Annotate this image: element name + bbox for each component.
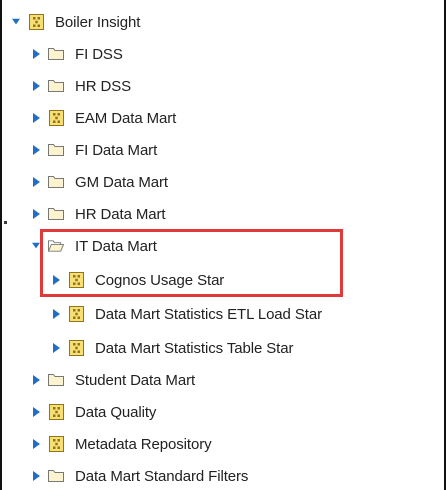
package-icon [68,306,84,322]
expand-triangle-right-icon[interactable] [52,307,60,321]
tree-item-data-quality[interactable]: Data Quality [32,396,156,428]
expand-triangle-right-icon[interactable] [32,437,40,451]
tree-item-data-mart-statistics-table-star[interactable]: Data Mart Statistics Table Star [52,332,293,364]
expand-triangle-right-icon[interactable] [32,469,40,483]
expand-triangle-down-icon[interactable] [12,15,20,29]
expand-triangle-right-icon[interactable] [32,373,40,387]
folder-icon [48,372,64,388]
tree-panel: Boiler Insight FI DSS HR DSS EAM Data Mart F… [0,0,446,490]
tree-item-label: FI DSS [75,45,123,63]
tree-item-label: Cognos Usage Star [95,271,225,289]
expand-triangle-right-icon[interactable] [32,175,40,189]
tree-item-label: HR Data Mart [75,205,166,223]
expand-triangle-right-icon[interactable] [32,79,40,93]
content-tree: Boiler Insight FI DSS HR DSS EAM Data Mart F… [0,0,446,490]
package-icon [68,272,84,288]
expand-triangle-right-icon[interactable] [32,207,40,221]
folder-icon [48,46,64,62]
tree-item-label: Metadata Repository [75,435,212,453]
tree-item-data-mart-standard-filters[interactable]: Data Mart Standard Filters [32,460,248,490]
tree-item-hr-data-mart[interactable]: HR Data Mart [32,198,166,230]
expand-triangle-right-icon[interactable] [32,47,40,61]
tree-item-label: HR DSS [75,77,132,95]
tree-item-label: Boiler Insight [55,13,141,31]
tree-item-label: Data Mart Statistics ETL Load Star [95,305,322,323]
tree-item-data-mart-statistics-etl-load-star[interactable]: Data Mart Statistics ETL Load Star [52,298,322,330]
expand-triangle-right-icon[interactable] [32,111,40,125]
tree-item-label: Data Mart Standard Filters [75,467,249,485]
expand-triangle-right-icon[interactable] [52,273,60,287]
expand-triangle-down-icon[interactable] [32,239,40,253]
expand-triangle-right-icon[interactable] [32,405,40,419]
package-icon [48,110,64,126]
tree-item-it-data-mart[interactable]: IT Data Mart [32,230,157,262]
folder-icon [48,206,64,222]
tree-item-label: IT Data Mart [75,237,157,255]
tree-item-fi-dss[interactable]: FI DSS [32,38,123,70]
tree-item-label: GM Data Mart [75,173,168,191]
tree-item-label: Data Quality [75,403,157,421]
tree-item-eam-data-mart[interactable]: EAM Data Mart [32,102,176,134]
tree-item-fi-data-mart[interactable]: FI Data Mart [32,134,157,166]
tree-item-label: EAM Data Mart [75,109,177,127]
package-icon [68,340,84,356]
tree-item-boiler-insight[interactable]: Boiler Insight [12,6,140,38]
tree-item-hr-dss[interactable]: HR DSS [32,70,131,102]
folder-icon [48,78,64,94]
package-icon [48,404,64,420]
expand-triangle-right-icon[interactable] [32,143,40,157]
expand-triangle-right-icon[interactable] [52,341,60,355]
tree-item-label: Data Mart Statistics Table Star [95,339,294,357]
tree-item-cognos-usage-star[interactable]: Cognos Usage Star [52,264,224,296]
folder-open-icon [48,238,64,254]
folder-icon [48,142,64,158]
folder-icon [48,468,64,484]
tree-item-metadata-repository[interactable]: Metadata Repository [32,428,212,460]
tree-item-student-data-mart[interactable]: Student Data Mart [32,364,195,396]
folder-icon [48,174,64,190]
tree-item-gm-data-mart[interactable]: GM Data Mart [32,166,168,198]
package-icon [28,14,44,30]
tree-item-label: Student Data Mart [75,371,196,389]
tree-item-label: FI Data Mart [75,141,158,159]
package-icon [48,436,64,452]
